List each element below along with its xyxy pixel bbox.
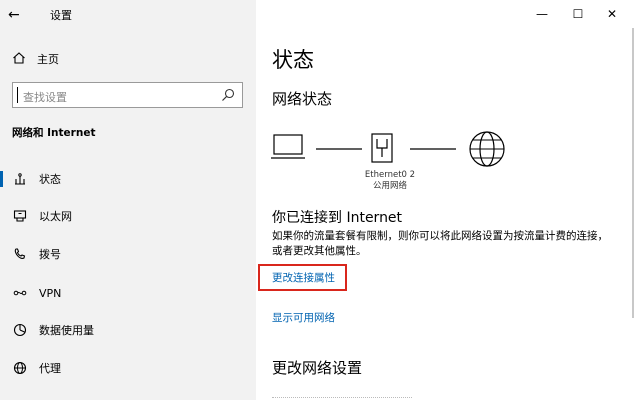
main-content: — ☐ ✕ 状态 网络状态 Ethernet0 2 公用网络 你已连接到 Int… — [256, 0, 634, 400]
sidebar-item-label: 拨号 — [39, 248, 61, 261]
home-icon — [12, 50, 26, 69]
active-indicator — [0, 171, 3, 187]
data-usage-icon — [12, 322, 28, 338]
close-button[interactable]: ✕ — [596, 3, 628, 25]
sidebar-item-label: 状态 — [39, 173, 61, 186]
sidebar: ← 设置 主页 查找设置 网络和 Internet 状态 以太网 拨号 VPN … — [0, 0, 256, 400]
sidebar-item-ethernet[interactable]: 以太网 — [0, 204, 256, 228]
network-adapter-icon — [371, 133, 393, 163]
next-item-hint — [272, 397, 412, 399]
sidebar-item-dialup[interactable]: 拨号 — [0, 242, 256, 266]
change-network-settings-title: 更改网络设置 — [272, 359, 363, 377]
minimize-button[interactable]: — — [526, 3, 558, 25]
network-status-title: 网络状态 — [272, 90, 333, 108]
sidebar-item-label: VPN — [39, 286, 62, 300]
search-input[interactable]: 查找设置 — [12, 82, 243, 108]
page-title: 状态 — [272, 48, 314, 72]
connection-description: 如果你的流量套餐有限制，则你可以将此网络设置为按流量计费的连接，或者更改其他属性… — [272, 230, 608, 257]
change-connection-properties-link[interactable]: 更改连接属性 — [272, 270, 335, 285]
home-nav-item[interactable]: 主页 — [12, 50, 59, 68]
sidebar-item-vpn[interactable]: VPN — [0, 281, 256, 305]
computer-icon — [271, 134, 305, 159]
search-placeholder: 查找设置 — [23, 91, 67, 104]
maximize-button[interactable]: ☐ — [562, 3, 594, 25]
sidebar-item-label: 以太网 — [39, 210, 72, 223]
vpn-icon — [12, 285, 28, 301]
status-icon — [12, 171, 28, 187]
sidebar-item-label: 数据使用量 — [39, 324, 94, 337]
connected-title: 你已连接到 Internet — [272, 210, 403, 226]
app-title: 设置 — [50, 9, 72, 22]
globe-icon — [12, 360, 28, 376]
dialup-icon — [12, 246, 28, 262]
sidebar-item-label: 代理 — [39, 362, 61, 375]
sidebar-item-status[interactable]: 状态 — [0, 167, 256, 191]
ethernet-icon — [12, 208, 28, 224]
adapter-name: Ethernet0 2 — [364, 170, 416, 180]
sidebar-item-proxy[interactable]: 代理 — [0, 356, 256, 380]
internet-globe-icon — [469, 131, 505, 167]
back-button[interactable]: ← — [8, 5, 28, 25]
adapter-label: Ethernet0 2 公用网络 — [350, 170, 430, 192]
sidebar-item-data-usage[interactable]: 数据使用量 — [0, 318, 256, 342]
search-icon[interactable] — [220, 87, 236, 103]
text-caret — [17, 87, 18, 103]
scrollbar[interactable] — [630, 0, 634, 400]
section-title: 网络和 Internet — [12, 127, 96, 139]
titlebar-left: ← 设置 — [0, 0, 256, 30]
home-label: 主页 — [37, 53, 59, 66]
network-type: 公用网络 — [372, 181, 407, 191]
show-available-networks-link[interactable]: 显示可用网络 — [272, 310, 335, 325]
